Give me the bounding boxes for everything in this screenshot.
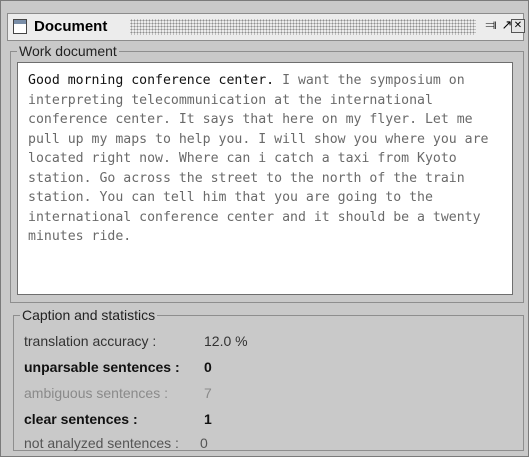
document-window: Document ⫥ ↗ ✕ Work document Good mornin… <box>0 0 529 457</box>
title-bar[interactable]: Document ⫥ ↗ ✕ <box>7 13 525 41</box>
stat-value: 0 <box>200 435 208 451</box>
document-body-text: I want the symposium on interpreting tel… <box>28 73 489 244</box>
stat-value: 1 <box>204 411 212 427</box>
stat-label: ambiguous sentences : <box>24 385 168 401</box>
stat-label: translation accuracy : <box>24 333 157 349</box>
window-icon <box>13 19 27 34</box>
title-bar-grip[interactable] <box>130 19 476 35</box>
close-icon[interactable]: ✕ <box>511 19 525 33</box>
window-title: Document <box>34 18 108 35</box>
stat-value: 12.0 % <box>204 333 248 349</box>
stat-label: unparsable sentences : <box>24 359 180 375</box>
caption-statistics-label: Caption and statistics <box>20 307 158 323</box>
document-text-area[interactable]: Good morning conference center. I want t… <box>17 62 513 295</box>
highlighted-sentence: Good morning conference center. <box>28 73 275 88</box>
caption-statistics-group: Caption and statistics translation accur… <box>13 307 524 451</box>
stat-label: not analyzed sentences : <box>24 435 179 451</box>
stat-label: clear sentences : <box>24 411 138 427</box>
work-document-group: Work document Good morning conference ce… <box>10 43 524 303</box>
stat-value: 7 <box>204 385 212 401</box>
work-document-label: Work document <box>17 43 119 59</box>
stat-value: 0 <box>204 359 212 375</box>
iconify-icon[interactable]: ⫥ <box>484 19 498 33</box>
